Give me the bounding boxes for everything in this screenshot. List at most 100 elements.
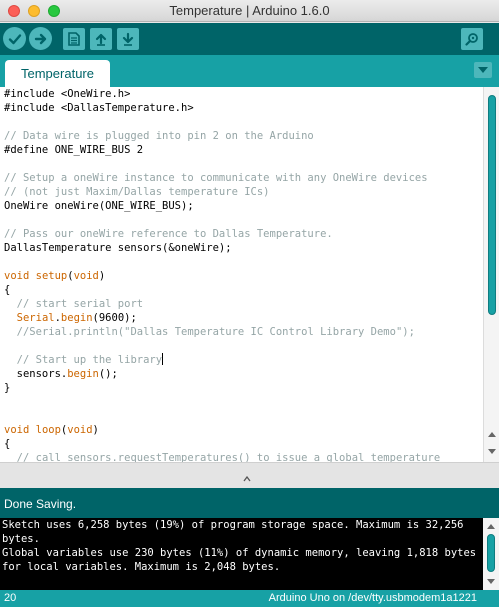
code-line[interactable]: //Serial.println("Dallas Temperature IC …: [4, 325, 480, 339]
window-title: Temperature | Arduino 1.6.0: [169, 3, 330, 18]
code-comment: // Start up the library: [16, 354, 163, 366]
code-line[interactable]: sensors.begin();: [4, 367, 480, 381]
arrow-right-icon: [34, 33, 46, 44]
code-keyword: setup: [35, 270, 68, 282]
arrow-down-icon: [122, 32, 134, 46]
code-line[interactable]: // (not just Maxim/Dallas temperature IC…: [4, 185, 480, 199]
code-line[interactable]: [4, 157, 480, 171]
code-text[interactable]: #include <OneWire.h> #include <DallasTemp…: [4, 87, 480, 462]
code-comment: // (not just Maxim/Dallas temperature IC…: [4, 186, 270, 198]
status-bar: Done Saving.: [0, 488, 499, 518]
code-line[interactable]: }: [4, 381, 480, 395]
code-token: ): [98, 270, 106, 282]
code-comment: //Serial.println("Dallas Temperature IC …: [16, 326, 415, 338]
text-cursor: [162, 353, 164, 365]
check-icon: [8, 33, 21, 44]
editor-scroll-thumb[interactable]: [488, 95, 496, 315]
code-line[interactable]: [4, 409, 480, 423]
arrow-up-icon: [95, 33, 107, 46]
footer-bar: 20 Arduino Uno on /dev/tty.usbmodem1a122…: [0, 590, 499, 607]
save-sketch-button[interactable]: [117, 28, 139, 50]
code-line[interactable]: #include <DallasTemperature.h>: [4, 101, 480, 115]
tab-temperature[interactable]: Temperature: [5, 60, 110, 87]
code-keyword: void: [4, 424, 30, 436]
console-line: bytes.: [2, 533, 40, 545]
code-line[interactable]: [4, 115, 480, 129]
code-keyword: loop: [35, 424, 61, 436]
code-comment: // call sensors.requestTemperatures() to…: [16, 452, 441, 462]
code-line[interactable]: #define ONE_WIRE_BUS 2: [4, 143, 480, 157]
code-line[interactable]: {: [4, 283, 480, 297]
divider-grip-icon: [243, 476, 251, 482]
console-output[interactable]: Sketch uses 6,258 bytes (19%) of program…: [0, 518, 499, 590]
tab-bar: Temperature: [0, 55, 499, 87]
code-keyword: Serial: [16, 312, 55, 324]
console-scroll-thumb[interactable]: [487, 534, 495, 572]
code-line[interactable]: DallasTemperature sensors(&oneWire);: [4, 241, 480, 255]
editor-scrollbar[interactable]: [483, 87, 499, 462]
console-line: Global variables use 230 bytes (11%) of …: [2, 547, 477, 559]
code-token: }: [4, 382, 11, 394]
board-port-label: Arduino Uno on /dev/tty.usbmodem1a1221: [268, 592, 477, 604]
toolbar: [0, 23, 499, 55]
code-comment: // Data wire is plugged into pin 2 on th…: [4, 130, 314, 142]
code-line[interactable]: [4, 339, 480, 353]
code-comment: // Setup a oneWire instance to communica…: [4, 172, 428, 184]
split-divider[interactable]: [0, 462, 499, 488]
serial-monitor-button[interactable]: [461, 28, 483, 50]
code-line[interactable]: [4, 255, 480, 269]
code-keyword: begin: [60, 312, 93, 324]
chevron-down-icon: [478, 66, 488, 73]
code-token: OneWire oneWire(ONE_WIRE_BUS);: [4, 200, 194, 212]
code-line[interactable]: Serial.begin(9600);: [4, 311, 480, 325]
title-bar: Temperature | Arduino 1.6.0: [0, 0, 499, 22]
code-token: ();: [98, 368, 118, 380]
code-comment: // start serial port: [16, 298, 144, 310]
line-number: 20: [4, 592, 17, 604]
code-editor[interactable]: #include <OneWire.h> #include <DallasTemp…: [0, 87, 499, 462]
code-token: (9600);: [92, 312, 137, 324]
upload-button[interactable]: [29, 27, 52, 50]
code-line[interactable]: // call sensors.requestTemperatures() to…: [4, 451, 480, 462]
code-line[interactable]: void setup(void): [4, 269, 480, 283]
code-line[interactable]: // start serial port: [4, 297, 480, 311]
scroll-down-arrow-icon[interactable]: [487, 448, 497, 456]
console-scroll-up-arrow-icon[interactable]: [486, 522, 496, 530]
code-token: DallasTemperature sensors(&oneWire);: [4, 242, 232, 254]
code-line[interactable]: [4, 395, 480, 409]
code-line[interactable]: OneWire oneWire(ONE_WIRE_BUS);: [4, 199, 480, 213]
open-sketch-button[interactable]: [90, 28, 112, 50]
code-line[interactable]: void loop(void): [4, 423, 480, 437]
code-token: ): [92, 424, 99, 436]
code-token: #include <DallasTemperature.h>: [4, 102, 194, 114]
code-keyword: begin: [67, 368, 99, 380]
code-line[interactable]: // Pass our oneWire reference to Dallas …: [4, 227, 480, 241]
code-line[interactable]: #include <OneWire.h>: [4, 87, 480, 101]
code-token: sensors.: [4, 368, 68, 380]
verify-button[interactable]: [3, 27, 26, 50]
console-text: Sketch uses 6,258 bytes (19%) of program…: [2, 518, 477, 574]
status-message: Done Saving.: [4, 497, 77, 511]
code-line[interactable]: // Data wire is plugged into pin 2 on th…: [4, 129, 480, 143]
scroll-up-arrow-icon[interactable]: [487, 430, 497, 438]
console-scrollbar[interactable]: [483, 518, 499, 590]
code-line[interactable]: {: [4, 437, 480, 451]
code-token: #define ONE_WIRE_BUS 2: [4, 144, 144, 156]
console-scroll-down-arrow-icon[interactable]: [486, 578, 496, 586]
console-line: for local variables. Maximum is 2,048 by…: [2, 561, 281, 573]
magnifier-icon: [465, 33, 478, 46]
code-line[interactable]: // Start up the library: [4, 353, 480, 367]
code-token: {: [4, 438, 11, 450]
new-sketch-button[interactable]: [63, 28, 85, 50]
code-line[interactable]: [4, 213, 480, 227]
code-line[interactable]: // Setup a oneWire instance to communica…: [4, 171, 480, 185]
tab-menu-button[interactable]: [474, 62, 492, 78]
code-token: #include <OneWire.h>: [4, 88, 131, 100]
code-keyword: void: [67, 424, 93, 436]
code-comment: // Pass our oneWire reference to Dallas …: [4, 228, 333, 240]
new-file-icon: [68, 32, 80, 46]
